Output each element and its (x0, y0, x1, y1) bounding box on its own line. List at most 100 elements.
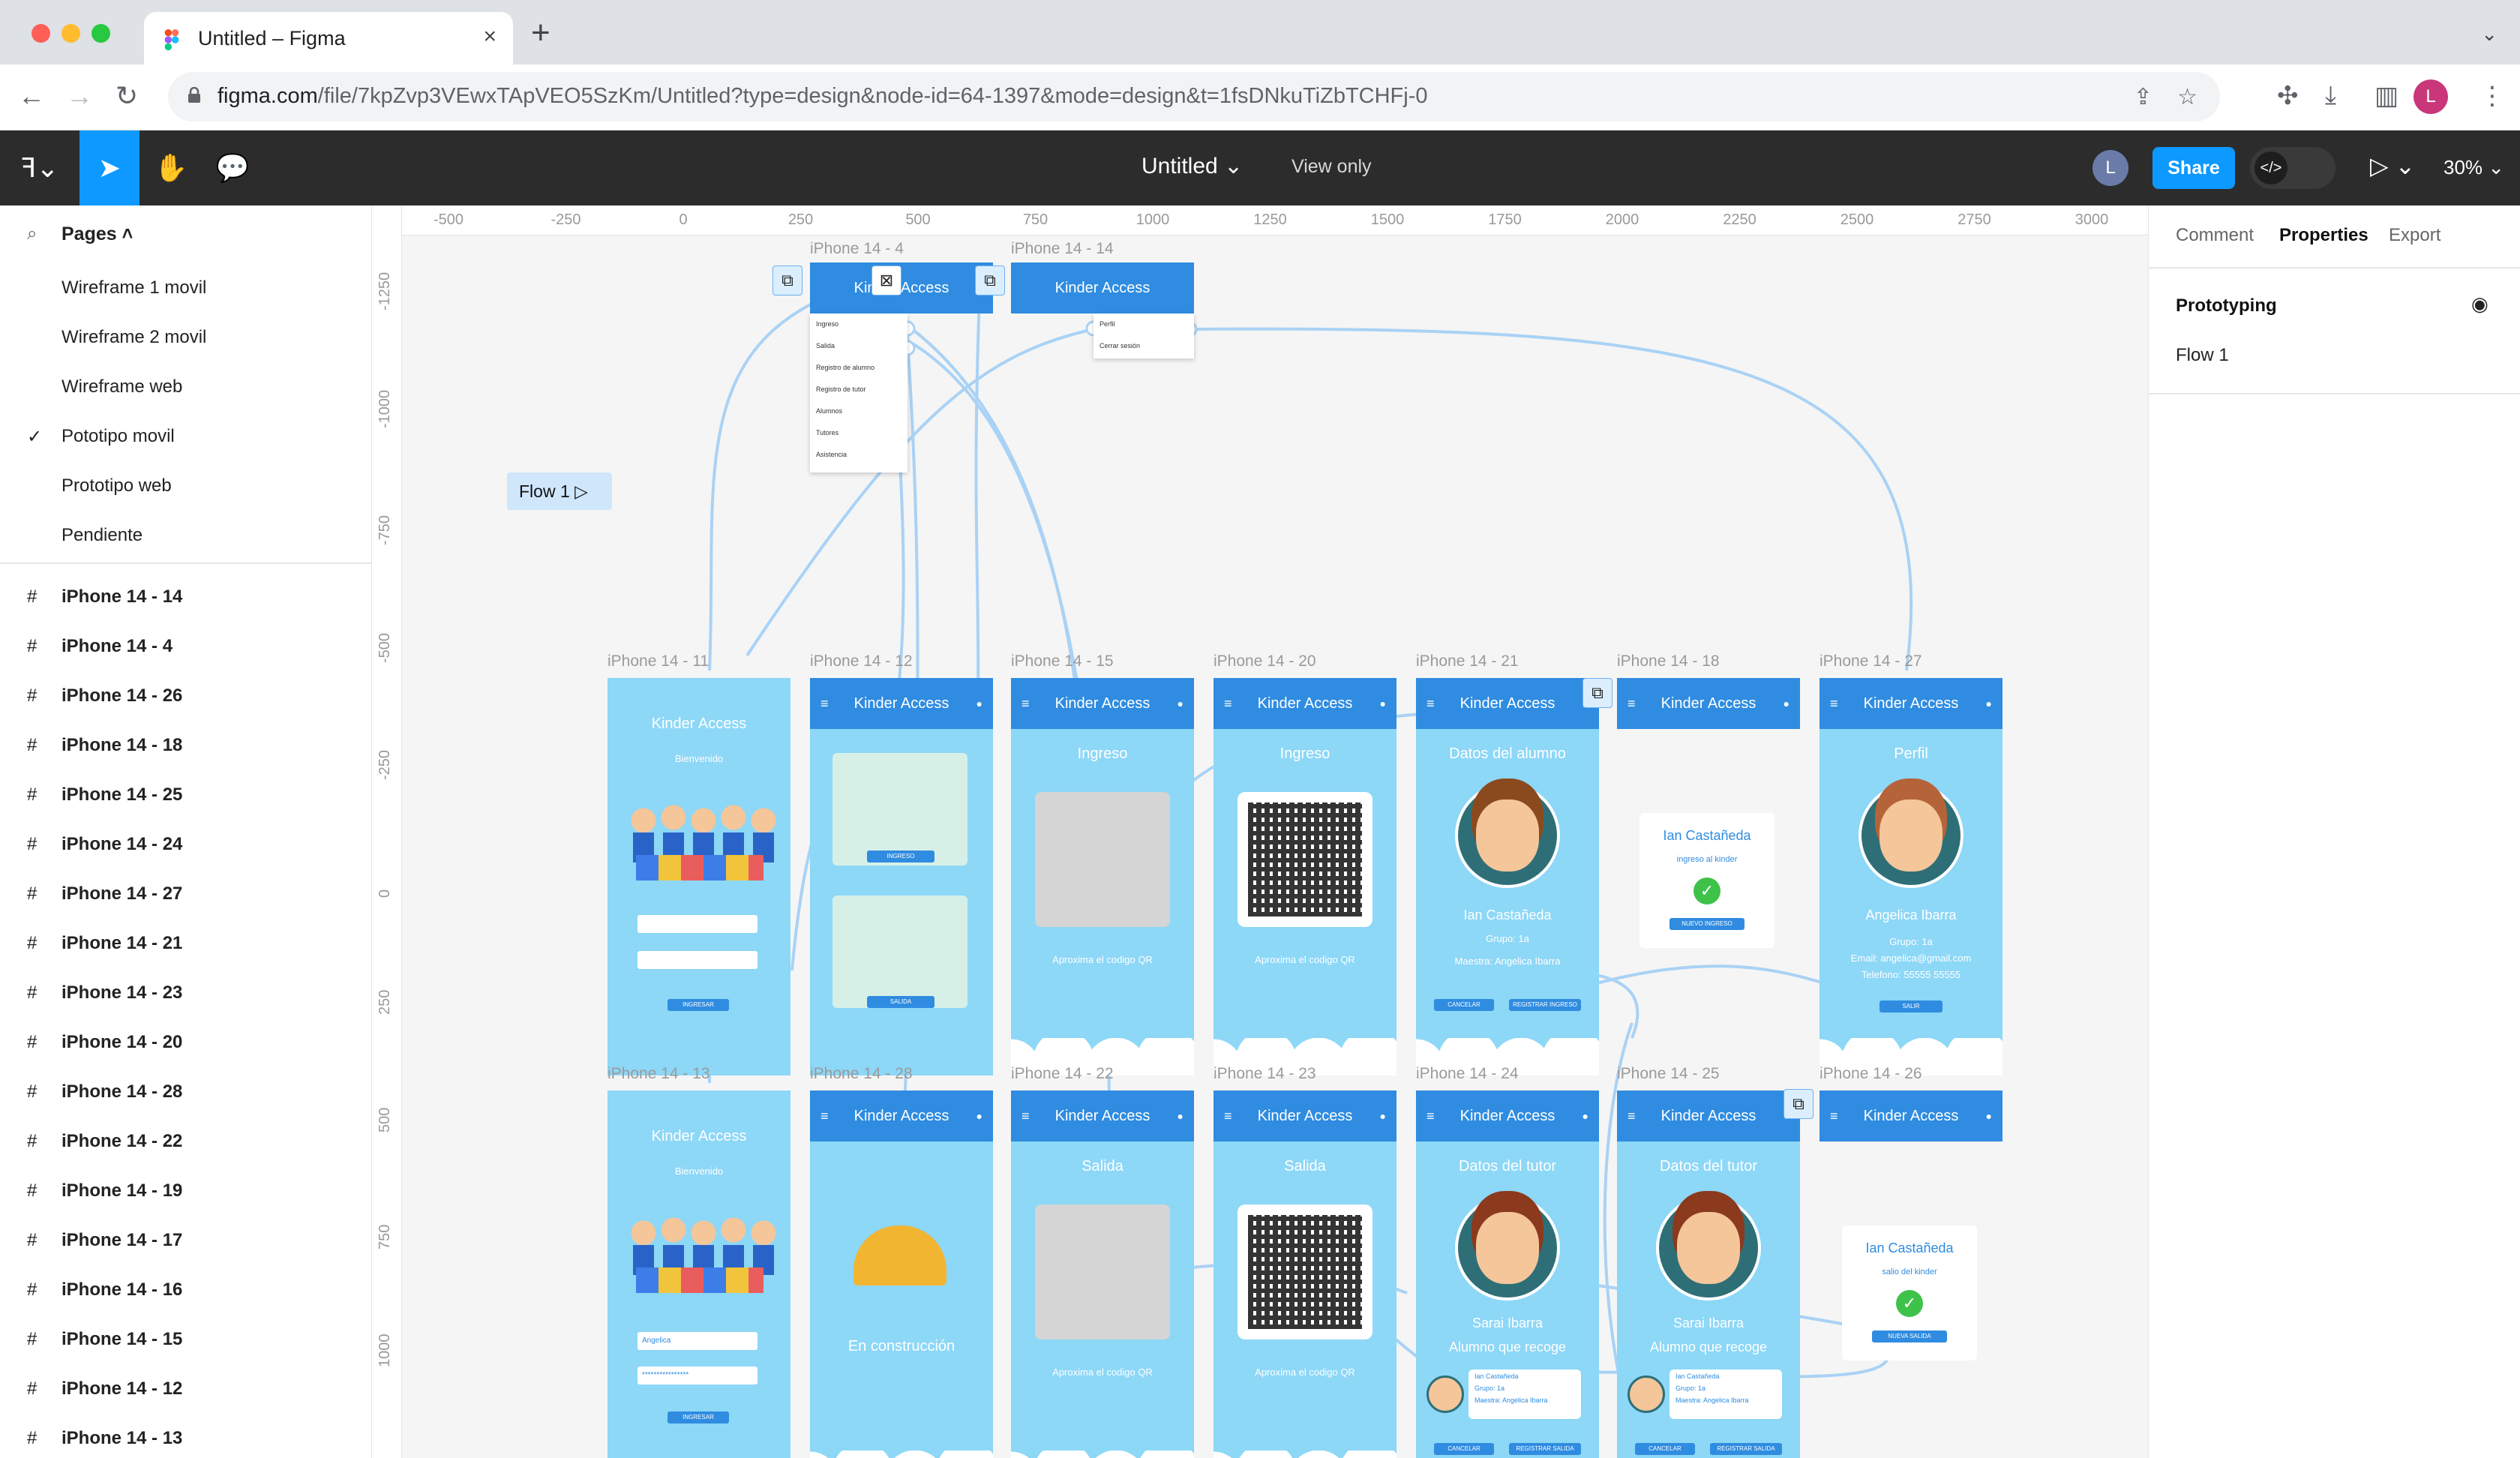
layer-item[interactable]: # iPhone 14 - 19 (27, 1180, 182, 1202)
frame-label[interactable]: iPhone 14 - 20 (1214, 652, 1316, 670)
phone-frame[interactable]: ≡ Kinder Access ● INGRESO SALIDA (810, 678, 993, 1076)
menu-icon[interactable]: ≡ (1022, 1090, 1030, 1142)
menu-item[interactable]: Asistencia (810, 444, 908, 466)
overlay-icon[interactable]: ⧉ (1784, 1089, 1814, 1119)
share-button[interactable]: Share (2152, 147, 2235, 189)
maximize-window-button[interactable] (92, 24, 110, 43)
menu-icon[interactable]: ≡ (1224, 1090, 1232, 1142)
profile-avatar[interactable]: L (2414, 80, 2448, 114)
page-item[interactable]: Wireframe 2 movil (62, 327, 206, 348)
password-field[interactable]: **************** (638, 1366, 758, 1384)
layer-item[interactable]: # iPhone 14 - 20 (27, 1032, 182, 1053)
phone-frame[interactable]: ≡Kinder Access●Datos del tutorSarai Ibar… (1617, 1090, 1800, 1458)
phone-frame[interactable]: ≡ Kinder Access ● Perfil Angelica Ibarra Grup… (1820, 678, 2002, 1076)
layer-item[interactable]: # iPhone 14 - 23 (27, 982, 182, 1004)
layer-item[interactable]: # iPhone 14 - 22 (27, 1131, 182, 1152)
new-action-button[interactable]: NUEVO INGRESO (1670, 918, 1744, 930)
student-card[interactable]: Ian Castañeda Grupo: 1a Maestra: Angelica … (1670, 1370, 1782, 1419)
download-icon[interactable]: ⤓ (2325, 81, 2336, 110)
menu-icon[interactable]: ≡ (1224, 678, 1232, 729)
page-item[interactable]: Prototipo web (62, 476, 172, 496)
phone-frame[interactable]: ≡ Kinder Access ● (1617, 678, 1800, 729)
minimize-window-button[interactable] (62, 24, 80, 43)
login-button[interactable]: INGRESAR (668, 999, 729, 1011)
phone-frame[interactable]: Kinder Access Bienvenido Angelica *********… (608, 1090, 790, 1458)
layer-item[interactable]: # iPhone 14 - 14 (27, 586, 182, 608)
frame-label[interactable]: iPhone 14 - 28 (810, 1065, 913, 1083)
cancel-button[interactable]: CANCELAR (1434, 1443, 1494, 1455)
username-field[interactable] (638, 915, 758, 933)
frame-label[interactable]: iPhone 14 - 26 (1820, 1065, 1922, 1083)
page-item[interactable]: Pototipo movil (62, 426, 175, 447)
overlay-icon[interactable]: ⧉ (1582, 678, 1612, 708)
dev-mode-toggle[interactable]: </> (2250, 147, 2336, 189)
layer-item[interactable]: # iPhone 14 - 24 (27, 834, 182, 855)
tab-comment[interactable]: Comment (2176, 225, 2254, 246)
cancel-button[interactable]: CANCELAR (1635, 1443, 1695, 1455)
user-icon[interactable]: ● (1986, 678, 1992, 729)
page-item[interactable]: Wireframe 1 movil (62, 278, 206, 298)
phone-frame[interactable]: ≡Kinder Access●Datos del alumnoIan Casta… (1416, 678, 1599, 1076)
layer-item[interactable]: # iPhone 14 - 25 (27, 784, 182, 806)
menu-item[interactable]: Registro de alumno (810, 357, 908, 379)
menu-icon[interactable]: ≡ (1426, 678, 1435, 729)
password-field[interactable] (638, 951, 758, 969)
close-tab-icon[interactable]: × (483, 24, 496, 50)
tab-export[interactable]: Export (2389, 225, 2440, 246)
eye-icon[interactable]: ◉ (2471, 292, 2488, 316)
forward-icon[interactable]: → (66, 81, 93, 111)
page-item[interactable]: Pendiente (62, 525, 142, 546)
close-window-button[interactable] (32, 24, 50, 43)
menu-icon[interactable]: ≡ (1426, 1090, 1435, 1142)
menu-item[interactable]: Registro de tutor (810, 379, 908, 400)
play-flow-icon[interactable]: ▷ (574, 482, 588, 501)
layer-item[interactable]: # iPhone 14 - 17 (27, 1230, 182, 1251)
menu-item[interactable]: Tutores (810, 422, 908, 444)
user-icon[interactable]: ● (1380, 678, 1386, 729)
extensions-icon[interactable]: ✣ (2277, 81, 2299, 111)
salida-button[interactable]: SALIDA (867, 996, 934, 1008)
frame-profile-menu[interactable]: Kinder Access (1011, 262, 1194, 314)
ingreso-card[interactable] (832, 753, 968, 866)
page-item[interactable]: Wireframe web (62, 376, 182, 398)
frame-label[interactable]: iPhone 14 - 23 (1214, 1065, 1316, 1083)
zoom-level[interactable]: 30% ⌄ (2444, 156, 2504, 179)
phone-frame[interactable]: Kinder Access Bienvenido INGRESAR (608, 678, 790, 1076)
menu-item[interactable]: Cerrar sesión (1094, 335, 1194, 357)
present-icon[interactable]: ▷ ⌄ (2370, 152, 2415, 180)
menu-item[interactable]: Perfil (1094, 314, 1194, 335)
overlay-icon[interactable]: ⧉ (772, 266, 802, 296)
pages-header[interactable]: Pages ˄ (62, 224, 133, 245)
frame-label[interactable]: iPhone 14 - 24 (1416, 1065, 1519, 1083)
menu-item[interactable]: Salida (810, 335, 908, 357)
back-icon[interactable]: ← (18, 81, 45, 111)
layer-item[interactable]: # iPhone 14 - 18 (27, 735, 182, 756)
search-icon[interactable]: ⌕ (27, 224, 37, 244)
frame-label[interactable]: iPhone 14 - 4 (810, 240, 904, 258)
student-card[interactable]: Ian Castañeda Grupo: 1a Maestra: Angelica … (1468, 1370, 1581, 1419)
cancel-button[interactable]: CANCELAR (1434, 999, 1494, 1011)
user-icon[interactable]: ● (1380, 1090, 1386, 1142)
hand-tool-icon[interactable]: ✋ (141, 130, 201, 206)
bookmark-star-icon[interactable]: ☆ (2177, 84, 2198, 110)
menu-icon[interactable]: ≡ (1022, 678, 1030, 729)
menu-icon[interactable]: ≡ (1830, 1090, 1838, 1142)
move-tool-icon[interactable]: ➤ (80, 130, 140, 206)
layer-item[interactable]: # iPhone 14 - 12 (27, 1378, 182, 1400)
phone-frame[interactable]: ≡ Kinder Access ● En construcción (810, 1090, 993, 1458)
menu-item[interactable]: Alumnos (810, 400, 908, 422)
layer-item[interactable]: # iPhone 14 - 4 (27, 636, 172, 657)
frame-label[interactable]: iPhone 14 - 15 (1011, 652, 1114, 670)
layer-item[interactable]: # iPhone 14 - 27 (27, 884, 182, 904)
url-bar[interactable]: figma.com/file/7kpZvp3VEwxTApVEO5SzKm/Un… (168, 72, 2220, 122)
username-field[interactable]: Angelica (638, 1332, 758, 1350)
frame-label[interactable]: iPhone 14 - 22 (1011, 1065, 1114, 1083)
frame-label[interactable]: iPhone 14 - 13 (608, 1065, 710, 1083)
phone-frame[interactable]: ≡Kinder Access●Datos del tutorSarai Ibar… (1416, 1090, 1599, 1458)
user-icon[interactable]: ● (976, 678, 982, 729)
register-entry-button[interactable]: REGISTRAR INGRESO (1509, 999, 1581, 1011)
frame-label[interactable]: iPhone 14 - 18 (1617, 652, 1720, 670)
share-page-icon[interactable]: ⇪ (2134, 84, 2152, 110)
menu-icon[interactable]: ≡ (1628, 1090, 1636, 1142)
design-canvas[interactable]: -500 -250 0 250 500 750 1000 1250 1500 1750 2000 22… (372, 206, 2148, 1458)
